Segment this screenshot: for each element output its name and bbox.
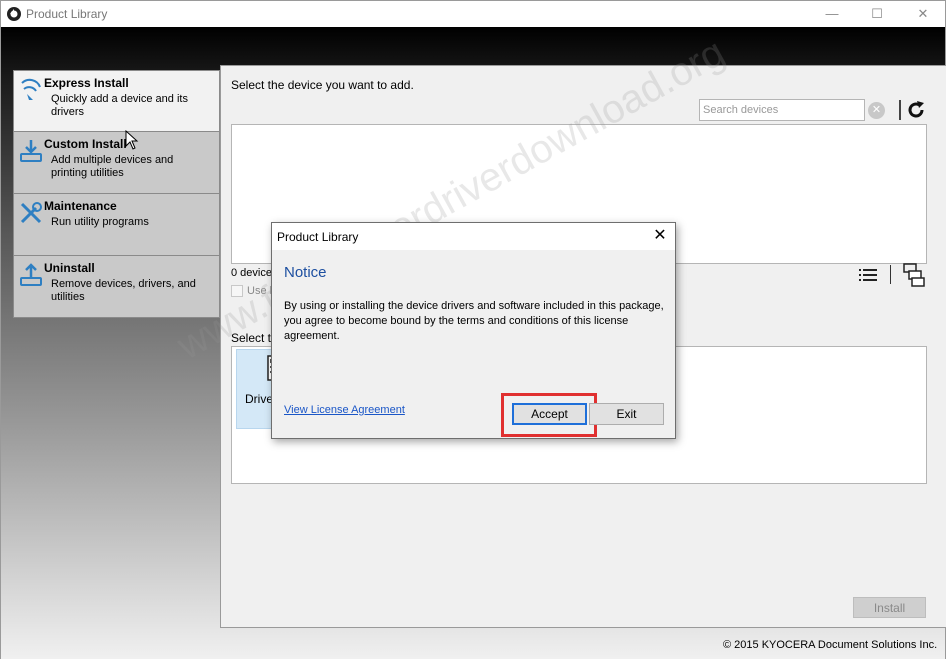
- toolbar-divider: [899, 100, 901, 120]
- sidebar-item-desc: Quickly add a device and its drivers: [51, 93, 188, 118]
- sidebar-item-express-install[interactable]: Express Install Quickly add a device and…: [13, 70, 220, 132]
- sidebar-item-title: Express Install: [44, 76, 129, 90]
- search-input[interactable]: [700, 100, 864, 120]
- notice-dialog: Product Library ✕ Notice By using or ins…: [271, 222, 676, 439]
- sidebar-item-maintenance[interactable]: Maintenance Run utility programs: [13, 194, 220, 256]
- title-bar[interactable]: Product Library — ☐ ✕: [1, 1, 945, 27]
- window-title: Product Library: [26, 7, 108, 21]
- install-button[interactable]: Install: [853, 597, 926, 618]
- sidebar-item-custom-install[interactable]: Custom Install Add multiple devices and …: [13, 132, 220, 194]
- sidebar-item-title: Maintenance: [44, 199, 117, 213]
- exit-button[interactable]: Exit: [589, 403, 664, 425]
- sidebar-item-desc: Remove devices, drivers, and utilities: [51, 278, 196, 303]
- sidebar-item-title: Custom Install: [44, 137, 127, 151]
- dialog-title-bar[interactable]: Product Library ✕: [272, 223, 675, 250]
- network-devices-icon[interactable]: [903, 263, 925, 287]
- refresh-icon[interactable]: [906, 100, 926, 120]
- window-close-button[interactable]: ✕: [900, 1, 946, 27]
- dialog-title: Product Library: [277, 230, 359, 244]
- sidebar-item-desc: Run utility programs: [51, 216, 149, 228]
- sidebar-item-title: Uninstall: [44, 261, 95, 275]
- maximize-button[interactable]: ☐: [854, 1, 900, 27]
- dialog-body: By using or installing the device driver…: [284, 300, 664, 342]
- maintenance-icon: [20, 202, 42, 224]
- view-license-link[interactable]: View License Agreement: [284, 404, 405, 416]
- custom-install-icon: [20, 140, 42, 162]
- mouse-cursor-icon: [125, 130, 139, 150]
- sidebar-item-uninstall[interactable]: Uninstall Remove devices, drivers, and u…: [13, 256, 220, 318]
- dialog-close-button[interactable]: ✕: [648, 225, 672, 247]
- app-logo-icon: [7, 7, 21, 21]
- dialog-heading: Notice: [284, 264, 327, 281]
- app-window: Product Library — ☐ ✕ Express Install Qu…: [0, 0, 946, 659]
- search-box[interactable]: [699, 99, 865, 121]
- sidebar-item-desc: Add multiple devices and printing utilit…: [51, 154, 174, 179]
- express-install-icon: [21, 78, 41, 100]
- minimize-button[interactable]: —: [809, 1, 855, 27]
- sidebar-nav: Express Install Quickly add a device and…: [13, 70, 220, 318]
- uninstall-icon: [20, 263, 42, 286]
- list-view-icon[interactable]: [859, 268, 877, 282]
- select-device-label: Select the device you want to add.: [231, 78, 414, 92]
- view-divider: [890, 265, 891, 284]
- copyright-text: © 2015 KYOCERA Document Solutions Inc.: [723, 639, 938, 651]
- clear-search-icon[interactable]: ✕: [868, 102, 885, 119]
- accept-button[interactable]: Accept: [512, 403, 587, 425]
